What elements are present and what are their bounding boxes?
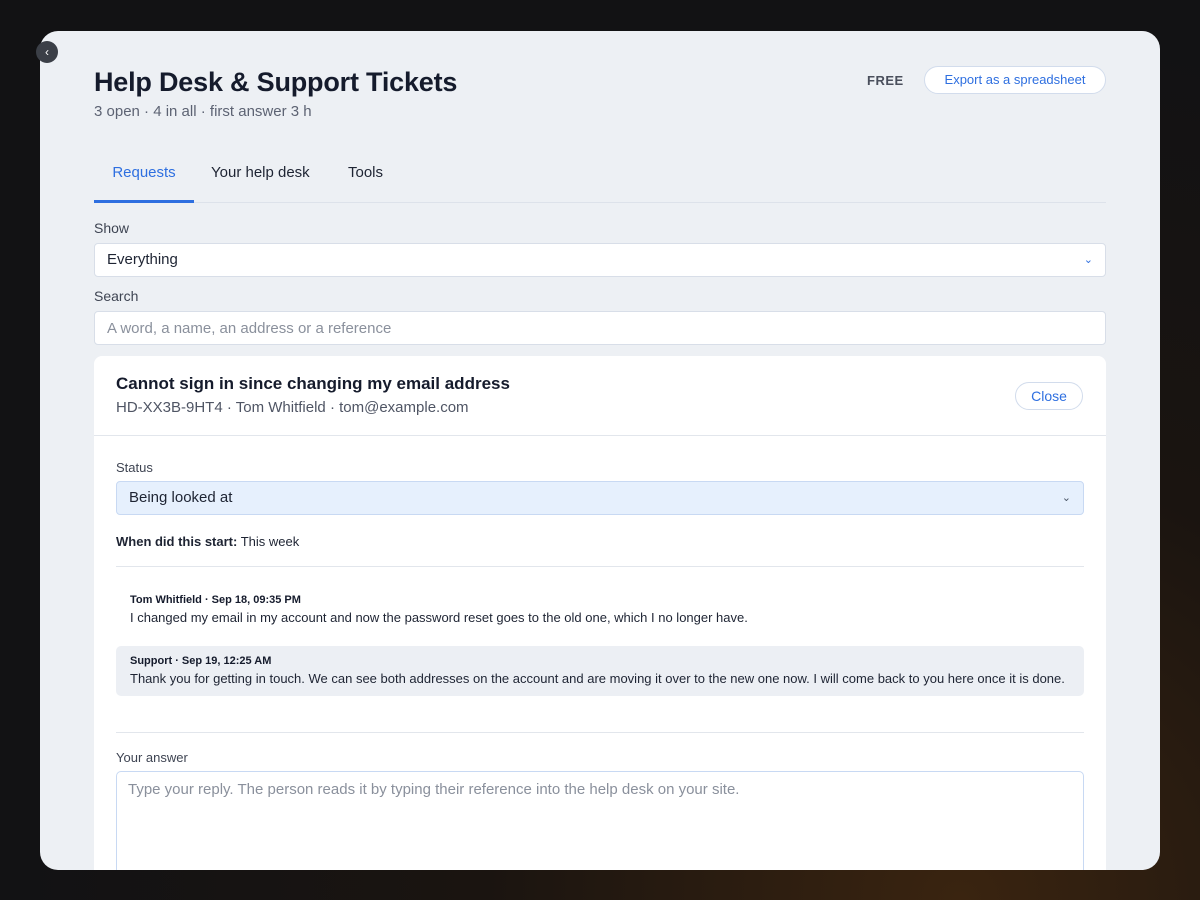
message-body: I changed my email in my account and now…	[130, 610, 748, 625]
page-title: Help Desk & Support Tickets	[94, 67, 458, 97]
message-customer: Tom Whitfield · Sep 18, 09:35 PM I chang…	[116, 585, 1084, 635]
help-desk-window: Help Desk & Support Tickets 3 open · 4 i…	[40, 31, 1160, 870]
started-label: When did this start:	[116, 534, 238, 549]
ticket-card: Cannot sign in since changing my email a…	[94, 356, 1106, 870]
started-info: When did this start: This week	[116, 534, 299, 549]
page-subtitle: 3 open · 4 in all · first answer 3 h	[94, 103, 312, 120]
message-body: Thank you for getting in touch. We can s…	[130, 671, 1065, 686]
chevron-left-icon[interactable]: ‹	[36, 41, 58, 63]
tab-requests[interactable]: Requests	[94, 164, 194, 203]
started-value: This week	[240, 534, 300, 549]
tab-your-help-desk[interactable]: Your help desk	[211, 164, 310, 203]
answer-label: Your answer	[116, 750, 188, 765]
show-filter-select[interactable]: Everything ⌄	[94, 243, 1106, 277]
ticket-title: Cannot sign in since changing my email a…	[116, 374, 510, 393]
chevron-down-icon: ⌄	[1061, 492, 1071, 504]
search-input[interactable]	[94, 311, 1106, 345]
export-spreadsheet-button[interactable]: Export as a spreadsheet	[924, 66, 1106, 94]
message-header: Support · Sep 19, 12:25 AM	[130, 655, 272, 667]
answer-textarea[interactable]	[116, 771, 1084, 870]
ticket-meta: HD-XX3B-9HT4 · Tom Whitfield · tom@examp…	[116, 399, 469, 416]
show-filter-label: Show	[94, 220, 130, 236]
status-label: Status	[116, 460, 153, 475]
close-ticket-button[interactable]: Close	[1015, 382, 1083, 410]
search-label: Search	[94, 288, 139, 304]
status-select[interactable]: Being looked at ⌄	[116, 481, 1084, 515]
plan-badge: FREE	[867, 73, 904, 88]
tab-bar: Requests Your help desk Tools	[94, 156, 1106, 203]
tab-tools[interactable]: Tools	[348, 164, 383, 203]
message-header: Tom Whitfield · Sep 18, 09:35 PM	[130, 594, 301, 606]
status-value: Being looked at	[129, 489, 233, 506]
divider	[116, 732, 1084, 733]
show-filter-value: Everything	[107, 251, 178, 268]
divider	[116, 566, 1084, 567]
chevron-down-icon: ⌄	[1083, 254, 1093, 266]
ticket-header: Cannot sign in since changing my email a…	[94, 356, 1106, 436]
message-support: Support · Sep 19, 12:25 AM Thank you for…	[116, 646, 1084, 696]
